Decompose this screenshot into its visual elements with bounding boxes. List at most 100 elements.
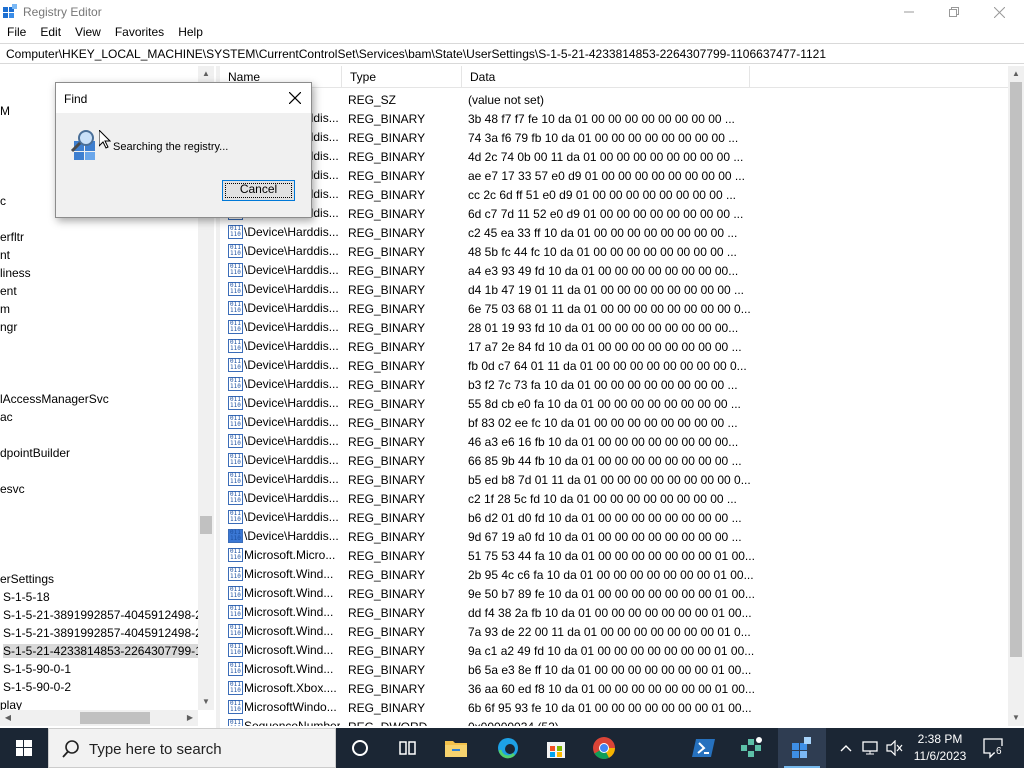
value-name: SequenceNumber [244,719,340,726]
menu-edit[interactable]: Edit [33,24,68,42]
restore-button[interactable] [931,0,977,24]
value-row[interactable]: SequenceNumber REG_DWORD 0x00000034 (52) [220,717,1008,726]
value-row[interactable]: Microsoft.Xbox.... REG_BINARY 36 aa 60 ed … [220,679,1008,698]
scroll-up-icon[interactable]: ▲ [198,66,214,82]
menu-help[interactable]: Help [171,24,210,42]
value-row[interactable]: \Device\Harddis... REG_BINARY b3 f2 7c 73 … [220,375,1008,394]
value-row[interactable]: \Device\Harddis... REG_BINARY fb 0d c7 64 … [220,356,1008,375]
tree-node[interactable]: S-1-5-90-0-1 [3,662,199,676]
network-tray-button[interactable] [860,728,882,768]
address-bar[interactable]: Computer\HKEY_LOCAL_MACHINE\SYSTEM\Curre… [0,43,1024,64]
value-row[interactable]: \Device\Harddis...REG_BINARY6d c7 7d 11 … [220,204,1008,223]
menu-file[interactable]: File [0,24,33,42]
value-row[interactable]: \Device\Harddis... REG_BINARY c2 45 ea 33 … [220,223,1008,242]
store-button[interactable] [532,728,580,768]
value-row[interactable]: \Device\Harddis... REG_BINARY b5 ed b8 7d … [220,470,1008,489]
scroll-left-icon[interactable]: ◀ [0,710,16,726]
cortana-button[interactable] [336,728,384,768]
tree-node[interactable]: lAccessManagerSvc [0,392,109,406]
value-row[interactable]: \Device\Harddis... REG_BINARY 48 5b fc 44 … [220,242,1008,261]
value-row[interactable]: \Device\Harddis... REG_BINARY 46 a3 e6 16 … [220,432,1008,451]
value-row[interactable]: \Device\Harddis... REG_BINARY a4 e3 93 49 … [220,261,1008,280]
tree-node[interactable]: S-1-5-18 [3,590,199,604]
tree-scroll-thumb[interactable] [200,516,212,534]
tree-node[interactable]: S-1-5-21-3891992857-4045912498-27 [3,608,209,622]
minimize-button[interactable] [886,0,932,24]
value-row[interactable]: \Device\Harddis... REG_BINARY 66 85 9b 44 … [220,451,1008,470]
value-row[interactable]: \Device\Harddis... REG_BINARY d4 1b 47 19 … [220,280,1008,299]
tree-node[interactable]: M [0,104,10,118]
tree-node[interactable]: c [0,194,6,208]
close-window-button[interactable] [976,0,1022,24]
menu-view[interactable]: View [68,24,108,42]
value-row[interactable]: Microsoft.Wind... REG_BINARY 7a 93 de 22 0… [220,622,1008,641]
value-row[interactable]: \Device\Harddis... REG_BINARY c2 1f 28 5c … [220,489,1008,508]
tree-node[interactable]: erSettings [0,572,54,586]
powershell-button[interactable] [680,728,728,768]
value-row[interactable]: \Device\Harddis... REG_BINARY 55 8d cb e0 … [220,394,1008,413]
value-row[interactable]: \Device\Harddis...REG_BINARY3b 48 f7 f7 … [220,109,1008,128]
column-header-type[interactable]: Type [342,66,462,88]
value-name-cell: \Device\Harddis... [228,415,340,429]
tree-node[interactable]: ngr [0,320,17,334]
task-view-button[interactable] [384,728,432,768]
value-row[interactable]: Microsoft.Wind... REG_BINARY 9a c1 a2 49 f… [220,641,1008,660]
value-row[interactable]: \Device\Harddis...REG_BINARY4d 2c 74 0b … [220,147,1008,166]
tree-hscroll-thumb[interactable] [80,712,150,724]
chrome-button[interactable] [580,728,628,768]
tree-node[interactable]: liness [0,266,31,280]
tree-node[interactable]: S-1-5-90-0-2 [3,680,199,694]
value-row[interactable]: Microsoft.Wind... REG_BINARY b6 5a e3 8e f… [220,660,1008,679]
cancel-button[interactable]: Cancel [222,180,295,201]
registry-search-icon [70,130,95,160]
list-scroll-thumb[interactable] [1010,82,1022,657]
tree-node[interactable]: esvc [0,482,25,496]
edge-button[interactable] [484,728,532,768]
show-hidden-icons-button[interactable] [836,728,856,768]
notification-center-button[interactable]: 6 [982,736,1006,760]
file-explorer-button[interactable] [432,728,480,768]
tree-node[interactable]: m [0,302,10,316]
value-row[interactable]: MicrosoftWindo... REG_BINARY 6b 6f 95 93 f… [220,698,1008,717]
tree-node[interactable]: erfltr [0,230,24,244]
tree-node[interactable]: dpointBuilder [0,446,70,460]
scroll-right-icon[interactable]: ▶ [182,710,198,726]
value-type: REG_BINARY [348,682,426,696]
value-row[interactable]: Microsoft.Wind... REG_BINARY 9e 50 b7 89 f… [220,584,1008,603]
tree-node[interactable]: ac [0,410,13,424]
volume-tray-button[interactable] [884,728,906,768]
value-data: 9e 50 b7 89 fe 10 da 01 00 00 00 00 00 0… [468,587,755,601]
value-row[interactable]: \Device\Harddis...REG_BINARY74 3a f6 79 … [220,128,1008,147]
find-dialog-close-button[interactable] [282,86,308,110]
network-tool-button[interactable] [728,728,776,768]
tree-node[interactable]: S-1-5-21-3891992857-4045912498-27 [3,626,209,640]
value-row[interactable]: \Device\Harddis...REG_BINARYae e7 17 33 … [220,166,1008,185]
value-row[interactable]: \Device\Harddis... REG_BINARY 9d 67 19 a0 … [220,527,1008,546]
registry-editor-taskbar-button[interactable] [778,728,826,768]
value-row[interactable]: \Device\Harddis... REG_BINARY 6e 75 03 68 … [220,299,1008,318]
start-button[interactable] [0,728,48,768]
mouse-cursor-icon [99,130,111,149]
value-row[interactable]: Microsoft.Micro... REG_BINARY 51 75 53 44 … [220,546,1008,565]
tree-horizontal-scrollbar[interactable]: ◀ ▶ [0,710,198,726]
taskbar-search-box[interactable]: Type here to search [48,728,336,768]
value-row[interactable]: Microsoft.Wind... REG_BINARY dd f4 38 2a f… [220,603,1008,622]
value-row[interactable]: \Device\Harddis... REG_BINARY bf 83 02 ee … [220,413,1008,432]
column-header-data[interactable]: Data [462,66,750,88]
value-row[interactable]: Microsoft.Wind... REG_BINARY 2b 95 4c c6 f… [220,565,1008,584]
value-row[interactable]: \Device\Harddis... REG_BINARY 17 a7 2e 84 … [220,337,1008,356]
list-scroll-up-icon[interactable]: ▲ [1008,66,1024,82]
scroll-down-icon[interactable]: ▼ [198,694,214,710]
menu-favorites[interactable]: Favorites [108,24,171,42]
tree-node[interactable]: S-1-5-21-4233814853-2264307799-11 [3,644,208,658]
tree-node[interactable]: nt [0,248,10,262]
value-name-cell: Microsoft.Wind... [228,567,340,581]
value-row[interactable]: \Device\Harddis... REG_BINARY b6 d2 01 d0 … [220,508,1008,527]
list-vertical-scrollbar[interactable]: ▲ ▼ [1008,66,1024,726]
tree-node[interactable]: ent [0,284,17,298]
value-row[interactable]: abREG_SZ(value not set) [220,90,1008,109]
value-row[interactable]: \Device\Harddis...REG_BINARYcc 2c 6d ff … [220,185,1008,204]
taskbar-clock[interactable]: 2:38 PM 11/6/2023 [912,731,968,765]
value-row[interactable]: \Device\Harddis... REG_BINARY 28 01 19 93 … [220,318,1008,337]
list-scroll-down-icon[interactable]: ▼ [1008,710,1024,726]
